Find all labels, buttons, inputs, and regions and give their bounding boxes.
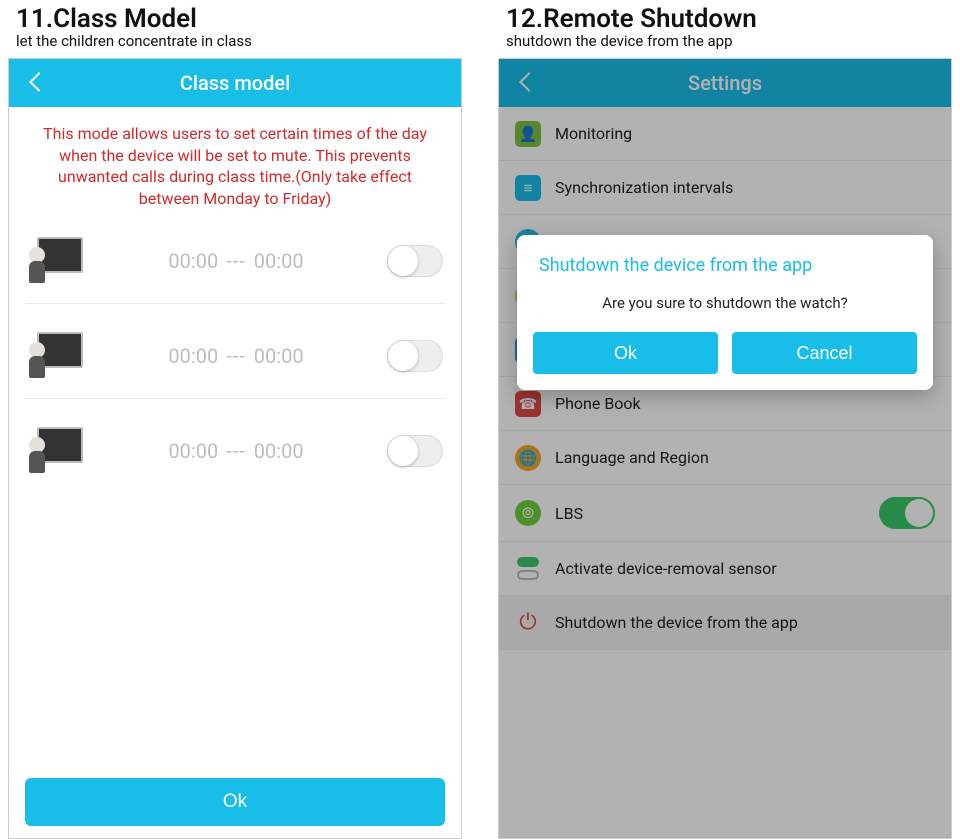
phone-class-model: Class model This mode allows users to se… [8, 58, 462, 839]
setting-language[interactable]: 🌐 Language and Region [499, 431, 951, 485]
time-sep: --- [226, 439, 246, 463]
setting-shutdown[interactable]: ⏻ Shutdown the device from the app [499, 596, 951, 650]
monitor-icon: 👤 [515, 121, 541, 147]
arrow-left-icon [28, 74, 46, 93]
time-sep: --- [226, 249, 246, 273]
setting-label: Synchronization intervals [555, 178, 733, 197]
dialog-title: Shutdown the device from the app [533, 255, 917, 276]
appbar-title: Settings [499, 71, 951, 95]
back-button[interactable] [513, 69, 541, 97]
setting-label: LBS [555, 504, 583, 523]
phonebook-icon: ☎ [515, 391, 541, 417]
setting-label: Activate device-removal sensor [555, 559, 777, 578]
sensor-icon [515, 556, 541, 582]
section-title-12: 12.Remote Shutdown [506, 4, 952, 34]
toggle-row-1[interactable] [387, 245, 443, 277]
time-to: 00:00 [254, 344, 304, 368]
lbs-toggle[interactable] [879, 497, 935, 529]
toggle-row-2[interactable] [387, 340, 443, 372]
appbar-title: Class model [9, 71, 461, 95]
shutdown-dialog: Shutdown the device from the app Are you… [517, 235, 933, 390]
power-icon: ⏻ [515, 610, 541, 636]
teacher-icon [27, 237, 85, 285]
setting-label: Monitoring [555, 124, 632, 143]
teacher-icon [27, 332, 85, 380]
time-sep: --- [226, 344, 246, 368]
time-to: 00:00 [254, 439, 304, 463]
time-range[interactable]: 00:00 --- 00:00 [97, 249, 375, 273]
teacher-icon [27, 427, 85, 475]
globe-icon: 🌐 [515, 445, 541, 471]
time-from: 00:00 [168, 344, 218, 368]
setting-monitoring[interactable]: 👤 Monitoring [499, 107, 951, 161]
dialog-ok-button[interactable]: Ok [533, 332, 718, 374]
appbar-class-model: Class model [9, 59, 461, 107]
toggle-row-3[interactable] [387, 435, 443, 467]
setting-label: Language and Region [555, 448, 709, 467]
phone-settings: Settings 👤 Monitoring ≡ Synchronization … [498, 58, 952, 839]
time-from: 00:00 [168, 249, 218, 273]
lbs-icon: ⦾ [515, 500, 541, 526]
time-range[interactable]: 00:00 --- 00:00 [97, 344, 375, 368]
section-sub-11: let the children concentrate in class [16, 32, 462, 50]
setting-sync[interactable]: ≡ Synchronization intervals [499, 161, 951, 215]
dialog-message: Are you sure to shutdown the watch? [533, 294, 917, 312]
time-range[interactable]: 00:00 --- 00:00 [97, 439, 375, 463]
setting-removal-sensor[interactable]: Activate device-removal sensor [499, 542, 951, 596]
setting-label: Shutdown the device from the app [555, 613, 798, 632]
dialog-cancel-button[interactable]: Cancel [732, 332, 917, 374]
time-row: 00:00 --- 00:00 [25, 231, 445, 304]
ok-button[interactable]: Ok [25, 778, 445, 826]
setting-label: Phone Book [555, 394, 641, 413]
class-mode-description: This mode allows users to set certain ti… [25, 123, 445, 223]
time-from: 00:00 [168, 439, 218, 463]
back-button[interactable] [23, 69, 51, 97]
section-sub-12: shutdown the device from the app [506, 32, 952, 50]
time-to: 00:00 [254, 249, 304, 273]
section-title-11: 11.Class Model [16, 4, 462, 34]
appbar-settings: Settings [499, 59, 951, 107]
arrow-left-icon [518, 74, 536, 93]
time-row: 00:00 --- 00:00 [25, 326, 445, 399]
setting-lbs[interactable]: ⦾ LBS [499, 485, 951, 542]
time-row: 00:00 --- 00:00 [25, 421, 445, 493]
sync-icon: ≡ [515, 175, 541, 201]
